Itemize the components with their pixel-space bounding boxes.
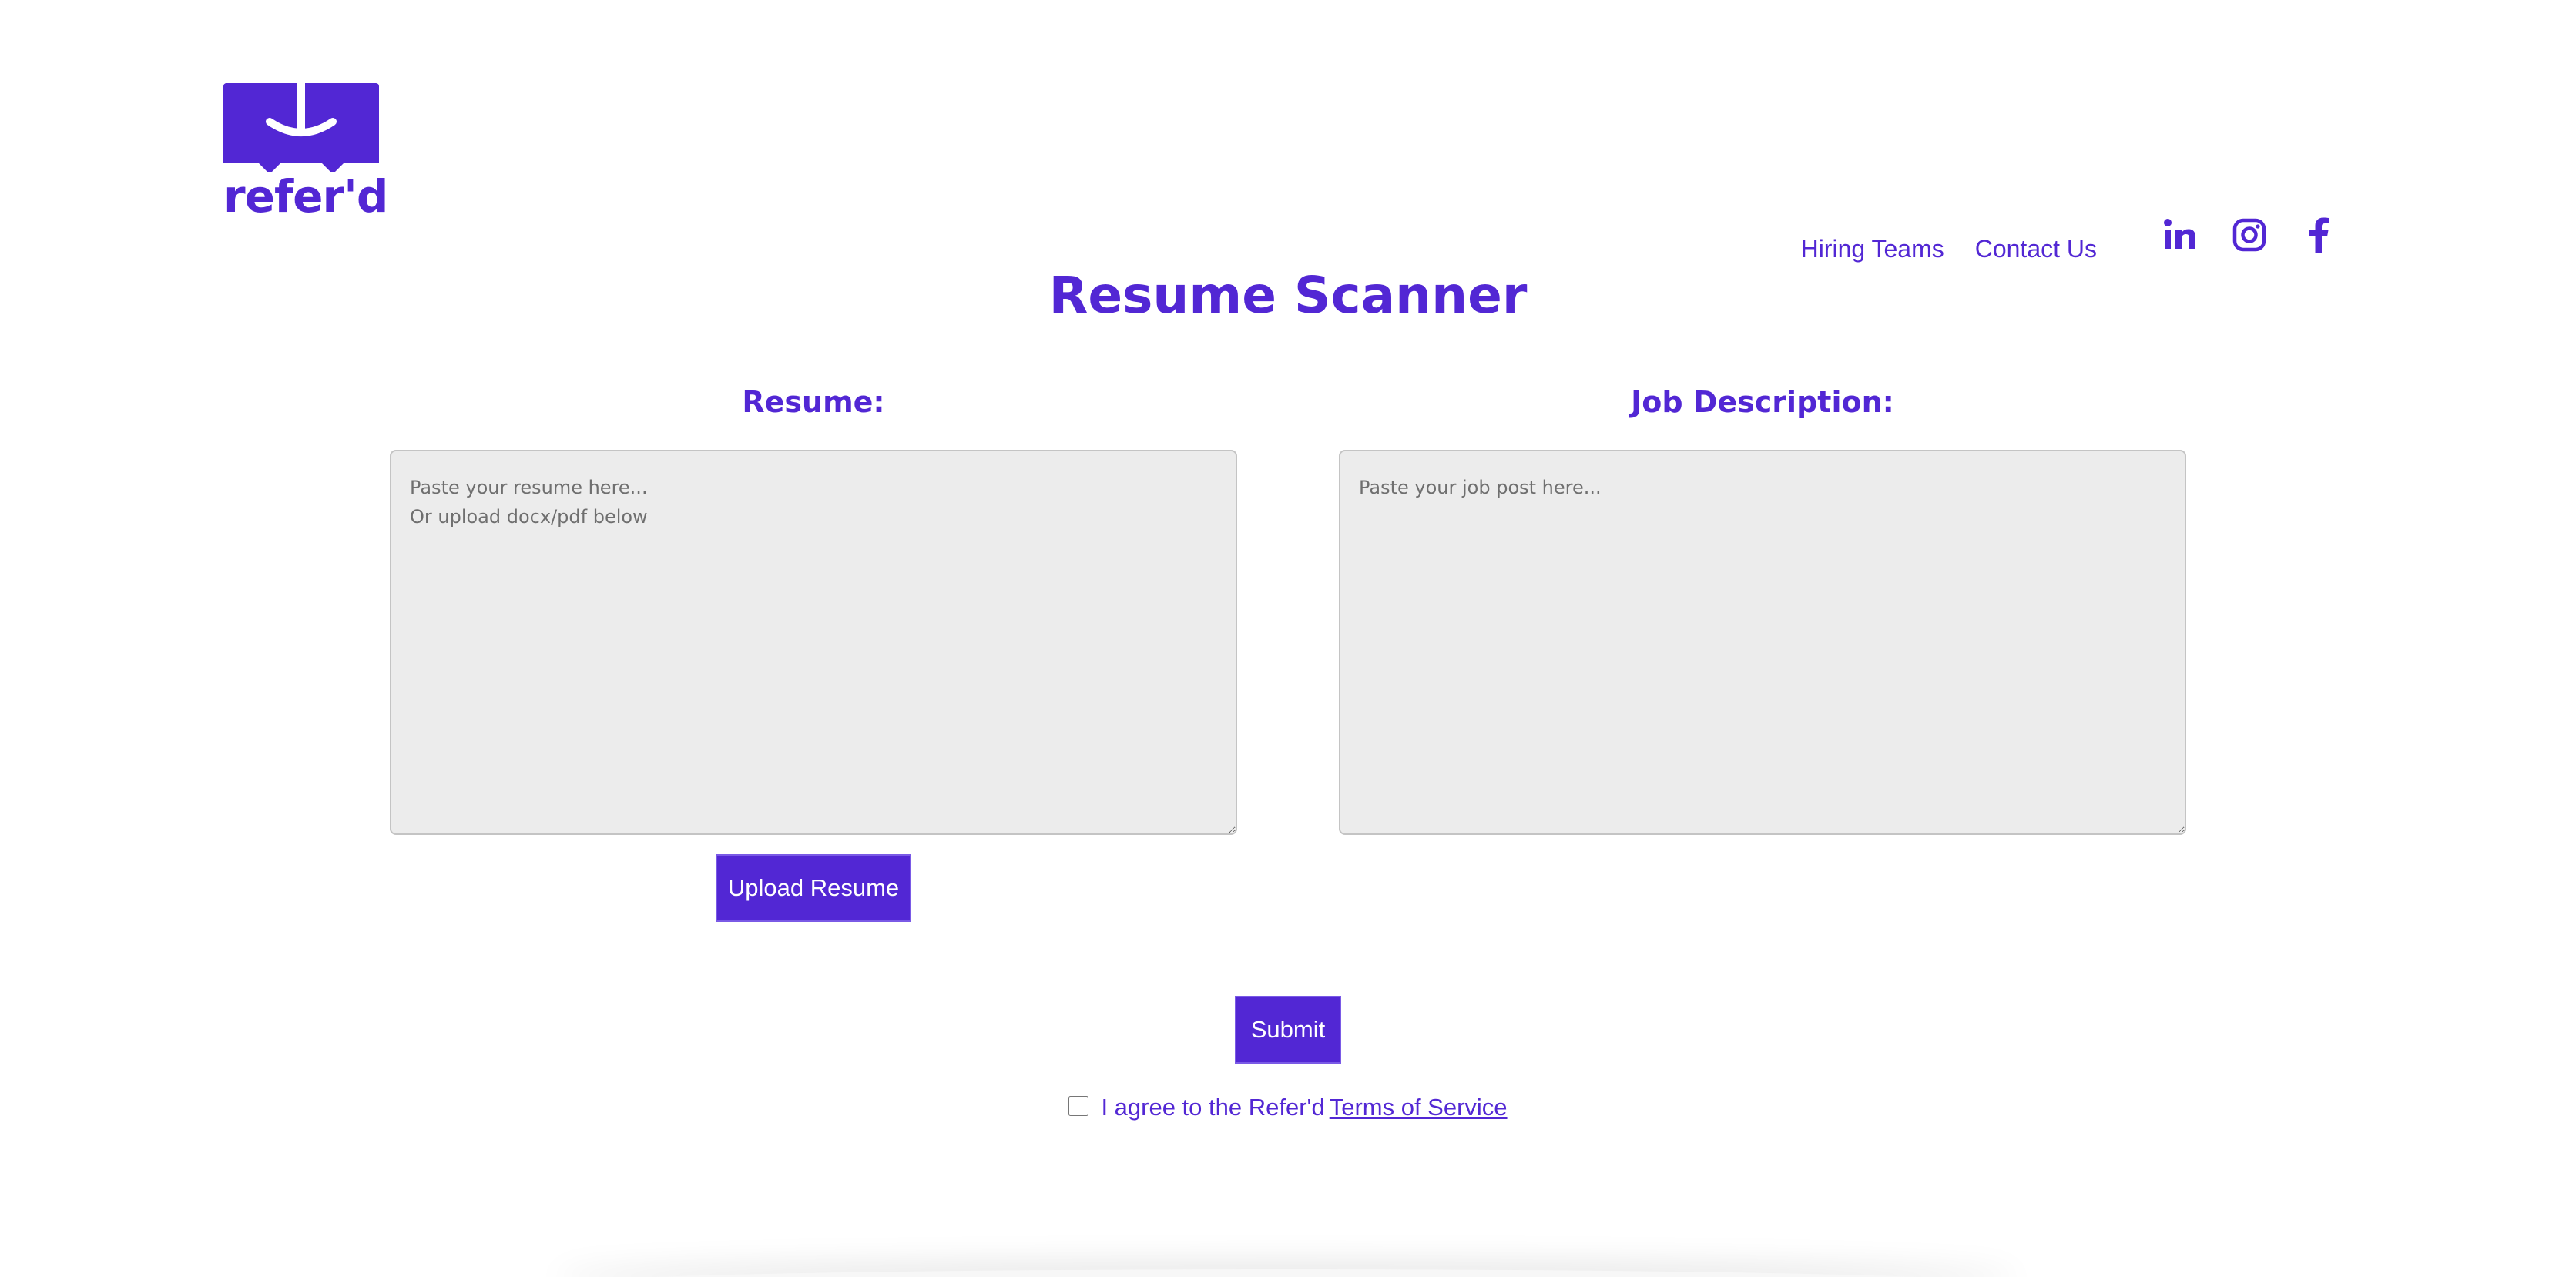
terms-of-service-link[interactable]: Terms of Service	[1330, 1094, 1508, 1121]
upload-resume-button[interactable]: Upload Resume	[716, 854, 911, 922]
terms-agreement: I agree to the Refer'd Terms of Service	[0, 1094, 2576, 1121]
terms-agreement-text: I agree to the Refer'd	[1101, 1094, 1325, 1121]
nav-hiring-teams[interactable]: Hiring Teams	[1801, 235, 1944, 263]
facebook-icon[interactable]	[2300, 216, 2337, 253]
page-title: Resume Scanner	[1048, 266, 1528, 325]
brand-wordmark: refer'd	[223, 170, 388, 223]
submit-button[interactable]: Submit	[1235, 996, 1341, 1064]
footer-panel-edge	[555, 1269, 2018, 1277]
resume-input[interactable]	[390, 450, 1237, 835]
top-nav: Hiring Teams Contact Us	[1801, 208, 2337, 263]
brand-logo[interactable]: refer'd	[223, 83, 388, 223]
logo-mark-icon	[223, 83, 379, 172]
job-description-label: Job Description:	[1631, 385, 1894, 419]
job-description-input[interactable]	[1339, 450, 2186, 835]
linkedin-icon[interactable]	[2162, 216, 2199, 253]
terms-checkbox[interactable]	[1068, 1096, 1089, 1116]
instagram-icon[interactable]	[2231, 216, 2268, 253]
nav-contact-us[interactable]: Contact Us	[1975, 235, 2097, 263]
resume-label: Resume:	[742, 385, 885, 419]
